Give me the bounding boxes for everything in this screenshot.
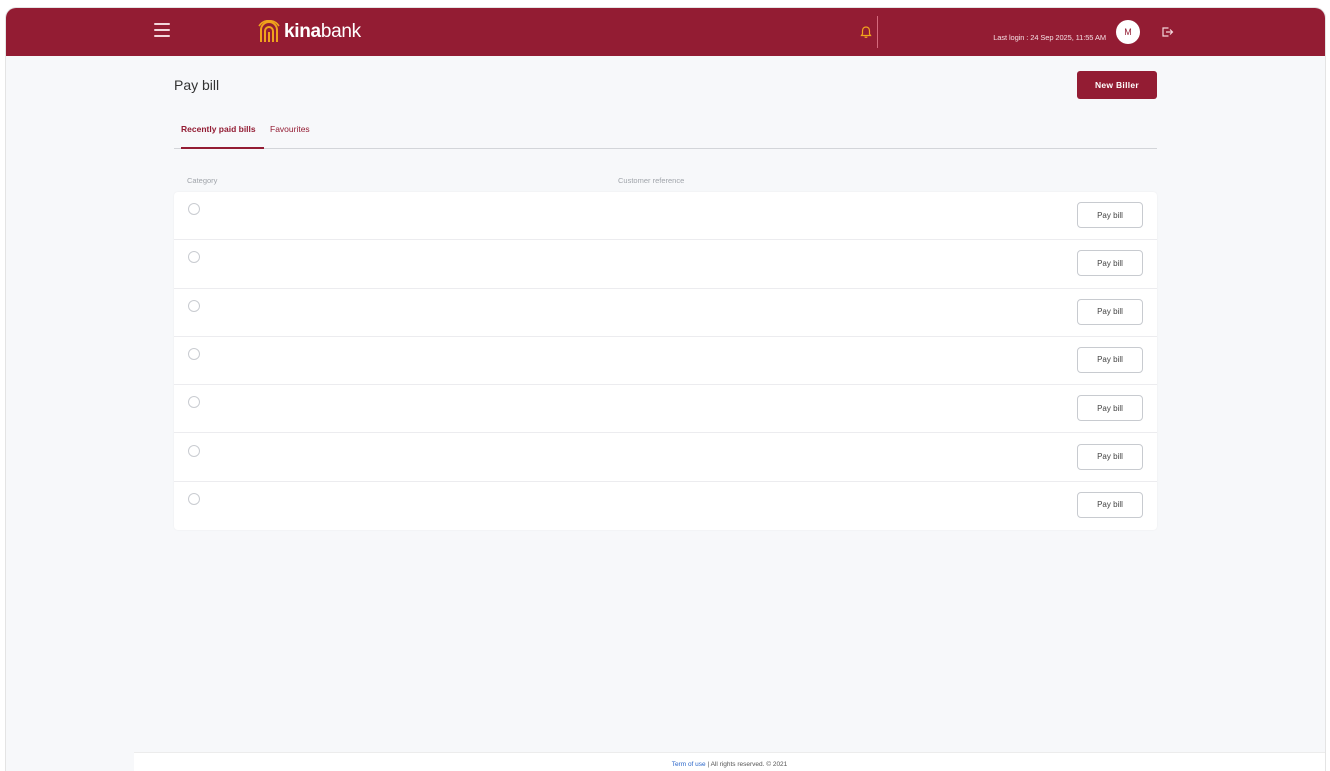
brand-logo[interactable]: kinabank <box>258 19 361 45</box>
footer-copyright: | All rights reserved. © 2021 <box>705 761 788 768</box>
row-radio[interactable] <box>188 492 200 505</box>
table-row[interactable]: Pay bill <box>174 385 1157 434</box>
tab-favourites[interactable]: Favourites <box>270 124 310 149</box>
row-radio[interactable] <box>188 347 200 360</box>
table-row[interactable]: Pay bill <box>174 192 1157 241</box>
avatar[interactable]: M <box>1116 20 1140 44</box>
tab-bar: Recently paid bills Favourites <box>174 121 1157 149</box>
pay-bill-button[interactable]: Pay bill <box>1077 298 1143 325</box>
header-divider <box>877 16 878 48</box>
top-bar: kinabank Last login : 24 Sep 2025, 11:55… <box>6 8 1325 56</box>
table-row[interactable]: Pay bill <box>174 337 1157 386</box>
kinabank-logo-icon <box>258 20 280 42</box>
table-row[interactable]: Pay bill <box>174 482 1157 530</box>
pay-bill-button[interactable]: Pay bill <box>1077 443 1143 470</box>
bills-list: Pay bill Pay bill Pay bill Pay bill Pay … <box>174 192 1157 530</box>
menu-icon[interactable] <box>154 23 170 37</box>
app-window: kinabank Last login : 24 Sep 2025, 11:55… <box>6 8 1325 771</box>
pay-bill-button[interactable]: Pay bill <box>1077 250 1143 277</box>
table-row[interactable]: Pay bill <box>174 289 1157 337</box>
logout-icon[interactable] <box>1160 25 1174 39</box>
pay-bill-button[interactable]: Pay bill <box>1077 395 1143 422</box>
footer: Term of use | All rights reserved. © 202… <box>134 752 1325 771</box>
column-header-customer-reference: Customer reference <box>618 176 685 185</box>
pay-bill-button[interactable]: Pay bill <box>1077 202 1143 228</box>
new-biller-button[interactable]: New Biller <box>1077 71 1157 99</box>
page-title: Pay bill <box>174 77 220 93</box>
bell-icon[interactable] <box>859 25 873 39</box>
last-login-text: Last login : 24 Sep 2025, 11:55 AM <box>993 33 1106 42</box>
brand-name: kinabank <box>284 21 361 42</box>
row-radio[interactable] <box>188 396 200 409</box>
row-radio[interactable] <box>188 444 200 457</box>
row-radio[interactable] <box>188 299 200 312</box>
row-radio[interactable] <box>188 251 200 264</box>
tab-recently-paid-bills[interactable]: Recently paid bills <box>181 124 264 149</box>
table-row[interactable]: Pay bill <box>174 240 1157 289</box>
table-row[interactable]: Pay bill <box>174 434 1157 482</box>
pay-bill-button[interactable]: Pay bill <box>1077 346 1143 373</box>
terms-of-use-link[interactable]: Term of use <box>672 761 706 768</box>
pay-bill-button[interactable]: Pay bill <box>1077 491 1143 518</box>
row-radio[interactable] <box>188 203 200 215</box>
column-header-category: Category <box>187 176 218 185</box>
